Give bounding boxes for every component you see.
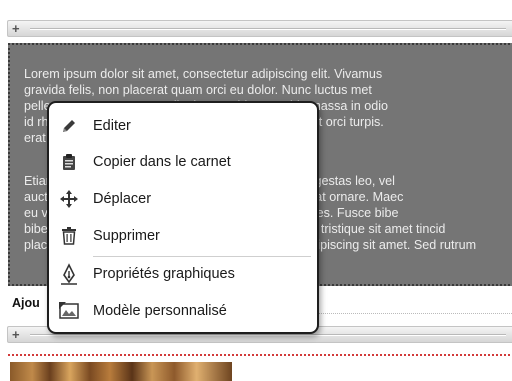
paragraph-1-line-1: Lorem ipsum dolor sit amet, consectetur … xyxy=(24,67,383,81)
menu-item-supprimer[interactable]: Supprimer xyxy=(55,219,311,253)
move-arrows-icon xyxy=(57,187,81,211)
menu-item-editer[interactable]: Editer xyxy=(55,109,311,143)
drag-handle-groove xyxy=(30,28,506,30)
trash-icon xyxy=(57,224,81,248)
menu-item-proprietes-graphiques[interactable]: Propriétés graphiques xyxy=(55,257,311,291)
dotted-divider xyxy=(300,313,512,314)
top-drag-bar[interactable]: + xyxy=(7,20,512,37)
clipboard-icon xyxy=(57,150,81,174)
pencil-icon xyxy=(57,114,81,138)
menu-item-copier-dans-le-carnet[interactable]: Copier dans le carnet xyxy=(55,145,311,179)
image-thumbnail[interactable] xyxy=(10,362,232,381)
context-menu: Editer Copier dans le carnet Déplacer Su… xyxy=(47,101,319,334)
paragraph-1-line-2: gravida felis, non placerat quam orci eu… xyxy=(24,83,372,97)
menu-item-modele-personnalise[interactable]: Modèle personnalisé xyxy=(55,294,311,328)
add-block-icon[interactable]: + xyxy=(12,327,20,342)
add-block-icon[interactable]: + xyxy=(12,21,20,36)
menu-item-deplacer[interactable]: Déplacer xyxy=(55,182,311,216)
pen-nib-icon xyxy=(57,262,81,286)
template-icon xyxy=(57,299,81,323)
block-label: Ajou xyxy=(12,296,40,310)
drag-handle-groove xyxy=(30,334,506,336)
